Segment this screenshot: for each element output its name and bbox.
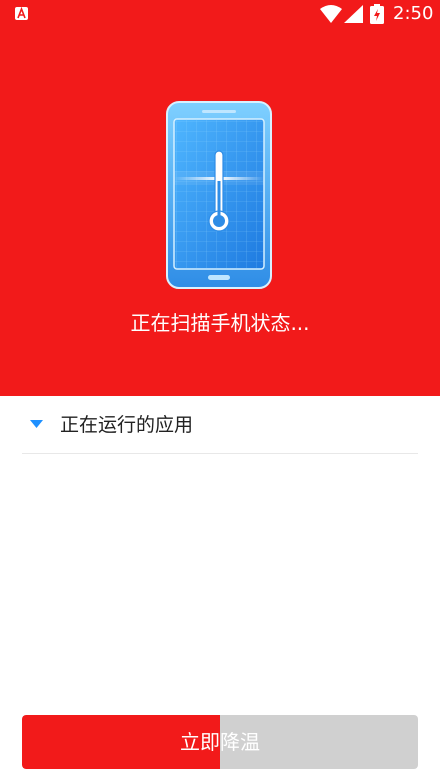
app-notification-icon xyxy=(15,7,28,20)
scan-status-text: 正在扫描手机状态... xyxy=(130,311,310,335)
status-bar: 2:50 xyxy=(0,0,440,30)
phone-thermometer-icon xyxy=(166,101,272,289)
hero-panel: 2:50 正在扫描手机状态... xyxy=(0,0,440,396)
running-apps-label: 正在运行的应用 xyxy=(60,414,194,436)
battery-charging-icon xyxy=(370,4,384,24)
running-apps-header[interactable]: 正在运行的应用 xyxy=(22,398,418,454)
status-time: 2:50 xyxy=(393,3,434,24)
cool-down-button[interactable]: 立即降温 xyxy=(22,715,418,769)
caret-down-icon xyxy=(30,420,43,428)
wifi-icon xyxy=(320,5,342,23)
cool-down-label: 立即降温 xyxy=(180,730,260,754)
signal-icon xyxy=(344,5,363,23)
